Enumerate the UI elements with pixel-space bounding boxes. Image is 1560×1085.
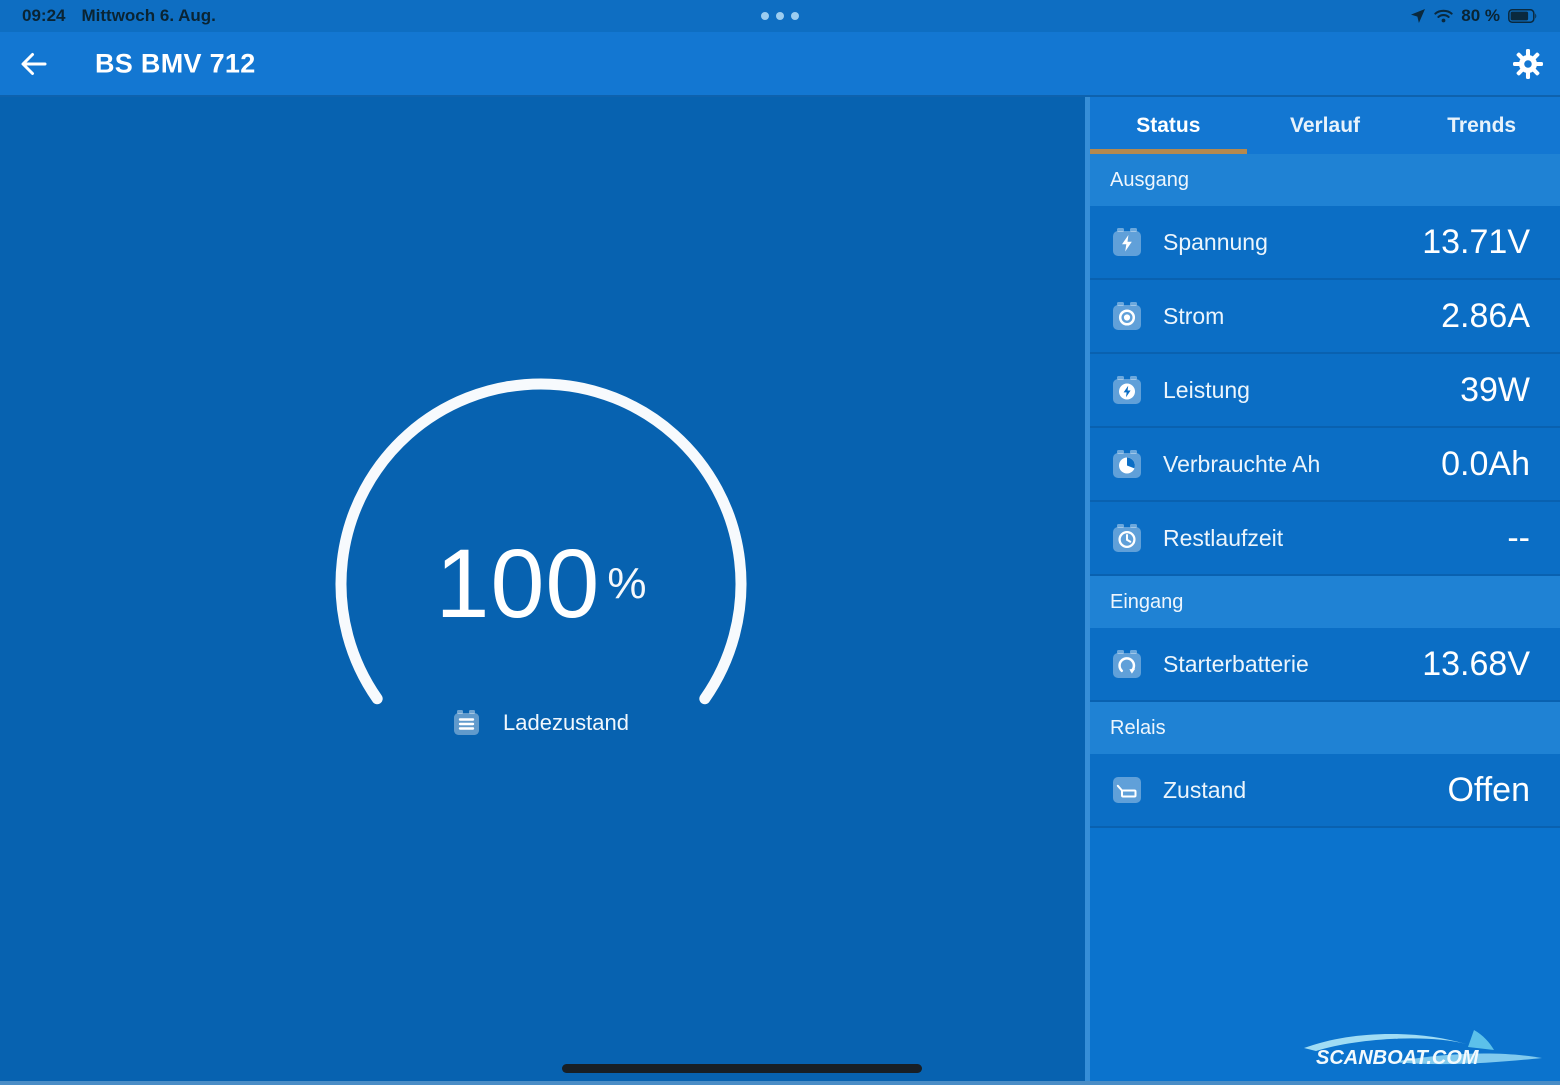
app-nav-bar: BS BMV 712 xyxy=(0,32,1560,97)
tab-bar: Status Verlauf Trends xyxy=(1090,97,1560,154)
soc-gauge: 100 % xyxy=(321,364,761,804)
row-value: 13.71V xyxy=(1422,223,1530,262)
soc-value: 100 xyxy=(436,528,601,640)
row-value: 0.0Ah xyxy=(1441,445,1530,484)
row-value: 2.86A xyxy=(1441,297,1530,336)
state-of-charge-panel: 100 % Ladezustand xyxy=(0,97,1085,1085)
victron-connect-app: 09:24 Mittwoch 6. Aug. 80 % xyxy=(0,0,1560,1085)
row-label: Restlaufzeit xyxy=(1163,525,1283,552)
scanboat-watermark: SCANBOAT.COM xyxy=(1298,1018,1548,1081)
row-starterbatterie: Starterbatterie 13.68V xyxy=(1090,628,1560,702)
location-arrow-icon xyxy=(1410,8,1426,24)
starter-battery-icon xyxy=(1112,649,1142,679)
row-value: 39W xyxy=(1460,371,1530,410)
wifi-icon xyxy=(1434,9,1453,23)
soc-gauge-label: Ladezustand xyxy=(503,710,629,736)
row-label: Spannung xyxy=(1163,229,1268,256)
section-header-eingang: Eingang xyxy=(1090,576,1560,628)
power-icon xyxy=(1112,375,1142,405)
row-verbrauchte-ah: Verbrauchte Ah 0.0Ah xyxy=(1090,428,1560,502)
bottom-edge-strip xyxy=(0,1081,1560,1085)
relay-open-icon xyxy=(1112,775,1142,805)
multitasking-dots-icon[interactable] xyxy=(761,12,799,20)
battery-soc-icon xyxy=(453,709,480,736)
row-label: Strom xyxy=(1163,303,1224,330)
row-label: Zustand xyxy=(1163,777,1246,804)
battery-voltage-icon xyxy=(1112,227,1142,257)
home-indicator[interactable] xyxy=(562,1064,922,1073)
battery-percent-text: 80 % xyxy=(1461,6,1500,26)
settings-gear-icon[interactable] xyxy=(1513,49,1543,79)
row-leistung: Leistung 39W xyxy=(1090,354,1560,428)
soc-unit: % xyxy=(607,559,646,609)
status-time: 09:24 xyxy=(22,6,65,26)
tab-status[interactable]: Status xyxy=(1090,97,1247,154)
row-label: Verbrauchte Ah xyxy=(1163,451,1320,478)
row-spannung: Spannung 13.71V xyxy=(1090,206,1560,280)
row-value: 13.68V xyxy=(1422,645,1530,684)
page-title: BS BMV 712 xyxy=(95,48,256,79)
section-header-relais: Relais xyxy=(1090,702,1560,754)
status-side-panel: Status Verlauf Trends Ausgang Spannung 1… xyxy=(1085,97,1560,1085)
tab-verlauf[interactable]: Verlauf xyxy=(1247,97,1404,154)
tab-trends[interactable]: Trends xyxy=(1403,97,1560,154)
row-zustand: Zustand Offen xyxy=(1090,754,1560,828)
consumed-ah-icon xyxy=(1112,449,1142,479)
row-strom: Strom 2.86A xyxy=(1090,280,1560,354)
row-label: Leistung xyxy=(1163,377,1250,404)
row-value: Offen xyxy=(1447,771,1530,810)
row-restlaufzeit: Restlaufzeit -- xyxy=(1090,502,1560,576)
section-header-ausgang: Ausgang xyxy=(1090,154,1560,206)
watermark-text: SCANBOAT.COM xyxy=(1316,1047,1480,1069)
row-label: Starterbatterie xyxy=(1163,651,1309,678)
time-remaining-icon xyxy=(1112,523,1142,553)
status-date: Mittwoch 6. Aug. xyxy=(81,6,215,26)
battery-status-icon xyxy=(1508,9,1538,23)
ios-status-bar: 09:24 Mittwoch 6. Aug. 80 % xyxy=(0,0,1560,32)
battery-current-icon xyxy=(1112,301,1142,331)
active-tab-indicator xyxy=(1090,149,1247,154)
row-value: -- xyxy=(1507,519,1530,558)
back-button[interactable] xyxy=(18,49,50,79)
